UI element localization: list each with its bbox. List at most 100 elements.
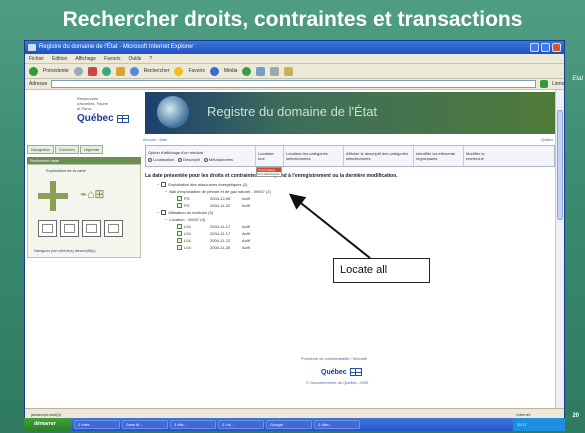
tree-leaf[interactable]: L04 2004-11-17 Actif — [147, 223, 271, 230]
checkbox[interactable] — [177, 203, 182, 208]
back-button-label[interactable]: Précédente — [43, 68, 69, 74]
results-tree: − Exploitation des ressources énergétiqu… — [147, 181, 271, 251]
close-button[interactable] — [552, 43, 561, 52]
address-input[interactable] — [51, 80, 537, 88]
checkbox[interactable] — [161, 210, 167, 215]
modify-search-button[interactable]: Modifier la recherche — [466, 151, 502, 161]
print-icon[interactable] — [270, 66, 280, 76]
taskbar: démarrer 2 Inter... Sans tit... 3 Mic...… — [24, 418, 565, 431]
refresh-icon[interactable] — [101, 66, 111, 76]
identify-button[interactable]: Identifier les éléments regroupants — [416, 151, 461, 161]
menu-item-favorites[interactable]: Favoris — [104, 54, 120, 63]
radio-metadonnees[interactable]: Métadonnées — [203, 157, 233, 162]
links-label[interactable]: Liens — [552, 81, 564, 87]
search-button-label[interactable]: Rechercher — [144, 68, 170, 74]
expand-icon[interactable]: − — [165, 217, 167, 222]
checkbox[interactable] — [177, 238, 182, 243]
logo-small-line: et Parcs — [77, 106, 92, 111]
back-arrow-icon[interactable] — [29, 66, 38, 76]
dropdown-option-select-all[interactable]: Tout sélectionner — [257, 172, 281, 176]
criteria-search-link[interactable]: Naviguer par critère(s) descriptif(s) — [34, 248, 96, 253]
checkbox[interactable] — [161, 182, 167, 187]
radio-localisation[interactable]: Localisation — [148, 157, 174, 162]
window-titlebar[interactable]: Registre du domaine de l'État - Microsof… — [25, 41, 564, 54]
menu-item-edit[interactable]: Edition — [52, 54, 67, 63]
clear-tool-icon[interactable] — [104, 220, 123, 237]
expand-icon[interactable]: − — [157, 182, 159, 187]
search-icon[interactable] — [129, 66, 139, 76]
select-tool-icon[interactable] — [82, 220, 101, 237]
media-button-label[interactable]: Média — [224, 68, 238, 74]
tree-leaf[interactable]: L04 2004-11-17 Actif — [147, 230, 271, 237]
forward-arrow-icon[interactable] — [73, 66, 83, 76]
status-text: javascript:void(0) — [31, 412, 62, 417]
taskbar-item[interactable]: 2 Micr... — [314, 420, 360, 429]
footer-link[interactable]: Problème de confidentialité / Sécurité — [301, 356, 367, 361]
quebec-flag-icon — [116, 114, 129, 123]
browser-window: Registre du domaine de l'État - Microsof… — [24, 40, 565, 421]
tab-legend[interactable]: Légende — [79, 145, 104, 154]
subnav-links[interactable]: Accueil · Aide — [143, 137, 167, 142]
tree-node[interactable]: − Bail d'exploitation de pétrole et de g… — [147, 188, 271, 195]
mail-icon[interactable] — [256, 66, 266, 76]
checkbox[interactable] — [177, 224, 182, 229]
tree-leaf[interactable]: PG 2004-11-22 Actif — [147, 202, 271, 209]
map-explore-box: Exploration de la carte ⌁⌂⊞ Naviguer par… — [27, 164, 141, 258]
go-button[interactable] — [540, 80, 549, 88]
vertical-scrollbar[interactable] — [555, 90, 564, 408]
radio-descriptif[interactable]: Descriptif — [178, 157, 200, 162]
history-icon[interactable] — [242, 66, 252, 76]
zoom-out-tool-icon[interactable] — [60, 220, 79, 237]
folder-icon[interactable] — [284, 66, 294, 76]
scrollbar-thumb[interactable] — [557, 110, 563, 220]
menu-item-tools[interactable]: Outils — [128, 54, 141, 63]
expand-icon[interactable]: − — [157, 210, 159, 215]
side-text: Etat — [572, 76, 583, 82]
menu-item-help[interactable]: ? — [149, 54, 152, 63]
start-button[interactable]: démarrer — [24, 418, 72, 431]
tree-node[interactable]: − Exploitation des ressources énergétiqu… — [147, 181, 271, 188]
taskbar-item[interactable]: Sans tit... — [122, 420, 168, 429]
taskbar-item[interactable]: 2 Lis... — [218, 420, 264, 429]
show-description-button[interactable]: Afficher le descriptif des catégories sé… — [346, 151, 411, 161]
tree-node[interactable]: − Utilisation du territoire (4) — [147, 209, 271, 216]
footer-logo-word: Québec — [321, 368, 347, 376]
checkbox[interactable] — [177, 231, 182, 236]
favorites-star-icon[interactable] — [174, 66, 184, 76]
tab-navigation[interactable]: Navigation — [27, 145, 54, 154]
stop-icon[interactable] — [87, 66, 97, 76]
banner-title: Registre du domaine de l'État — [207, 104, 378, 119]
locate-select[interactable]: tout — [258, 156, 281, 161]
map-explore-label: Exploration de la carte — [46, 168, 86, 173]
tree-leaf[interactable]: L04 2004-11-26 Actif — [147, 244, 271, 251]
pan-arrows-icon[interactable] — [38, 181, 68, 211]
callout-box: Locate all — [333, 258, 430, 283]
taskbar-item[interactable]: 2 Inter... — [74, 420, 120, 429]
minimize-button[interactable] — [530, 43, 539, 52]
quit-link[interactable]: Quitter — [541, 137, 553, 142]
tree-leaf[interactable]: L04 2004-11-22 Actif — [147, 237, 271, 244]
locate-dropdown[interactable]: Tout localiser Tout sélectionner — [256, 167, 282, 177]
info-line: La date présentée pour les droits et con… — [145, 173, 398, 179]
menu-bar: Fichier Edition Affichage Favoris Outils… — [25, 54, 564, 64]
site-banner: Registre du domaine de l'État — [145, 92, 555, 134]
locate-categories-button[interactable]: Localiser les catégories sélectionnées — [286, 151, 341, 161]
taskbar-item[interactable]: 3 Mic... — [170, 420, 216, 429]
media-icon[interactable] — [209, 66, 219, 76]
checkbox[interactable] — [177, 196, 182, 201]
system-tray[interactable]: 11:17 — [513, 418, 565, 431]
menu-item-view[interactable]: Affichage — [75, 54, 96, 63]
taskbar-item[interactable]: Google — [266, 420, 312, 429]
menu-item-file[interactable]: Fichier — [29, 54, 44, 63]
zoom-in-tool-icon[interactable] — [38, 220, 57, 237]
tab-layers[interactable]: Couches — [54, 145, 79, 154]
expand-icon[interactable]: − — [165, 189, 167, 194]
quebec-flag-icon — [349, 368, 362, 376]
maximize-button[interactable] — [541, 43, 550, 52]
slide-title: Rechercher droits, contraintes et transa… — [62, 8, 523, 31]
checkbox[interactable] — [177, 245, 182, 250]
home-icon[interactable] — [115, 66, 125, 76]
tree-leaf[interactable]: PG 2004-12-08 Actif — [147, 195, 271, 202]
tree-node[interactable]: − Location - 09047 (4) — [147, 216, 271, 223]
favorites-button-label[interactable]: Favoris — [188, 68, 204, 74]
